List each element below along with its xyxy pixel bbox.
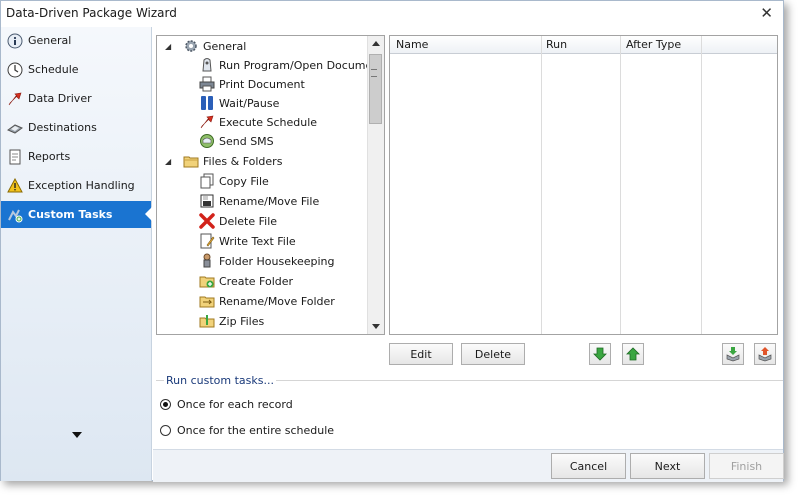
sidebar-item-custom-tasks[interactable]: Custom Tasks (1, 201, 152, 228)
task-tree: ◢ General Run Program/Open Document Prin… (156, 35, 385, 335)
gear-icon (183, 38, 199, 54)
close-icon[interactable]: ✕ (760, 4, 773, 22)
tree-item[interactable]: Zip Files (199, 311, 264, 331)
column-divider (701, 36, 702, 334)
custom-tasks-icon (7, 207, 23, 223)
tree-item[interactable]: Delete File (199, 211, 277, 231)
rename-folder-icon (199, 293, 215, 309)
column-header-run[interactable]: Run (546, 38, 567, 51)
destinations-icon (7, 120, 23, 136)
sidebar-item-label: Exception Handling (28, 179, 135, 192)
create-folder-icon (199, 273, 215, 289)
collapse-icon[interactable]: ◢ (165, 42, 174, 51)
sidebar-item-reports[interactable]: Reports (1, 143, 151, 170)
footer-bar: Cancel Next Finish (153, 449, 784, 482)
sidebar-item-general[interactable]: General (1, 27, 151, 54)
move-up-button[interactable] (622, 343, 644, 365)
edit-button[interactable]: Edit (389, 343, 453, 365)
tree-group-label: Files & Folders (203, 154, 283, 168)
sidebar-item-label: Reports (28, 150, 71, 163)
scroll-up-icon[interactable] (372, 41, 380, 46)
report-icon (7, 149, 23, 165)
column-header-after-type[interactable]: After Type (626, 38, 681, 51)
move-down-button[interactable] (589, 343, 611, 365)
export-icon (758, 347, 772, 362)
sidebar: General Schedule Data Driver Destination… (1, 27, 152, 481)
grip-icon (371, 69, 377, 77)
tree-item[interactable]: Print Document (199, 74, 305, 94)
copy-file-icon (199, 173, 215, 189)
run-options-group: Run custom tasks... Once for each record… (156, 374, 783, 449)
printer-icon (199, 76, 215, 92)
tree-item[interactable]: Copy File (199, 171, 269, 191)
housekeeping-icon (199, 253, 215, 269)
run-program-icon (199, 57, 215, 73)
column-divider (620, 36, 621, 334)
wizard-window: Data-Driven Package Wizard ✕ General Sch… (0, 0, 784, 482)
radio-button[interactable] (160, 425, 171, 436)
sidebar-item-destinations[interactable]: Destinations (1, 114, 151, 141)
tree-item[interactable]: Wait/Pause (199, 93, 279, 113)
tree-item[interactable]: Send SMS (199, 131, 274, 151)
main-panel: ◢ General Run Program/Open Document Prin… (153, 27, 783, 449)
pause-icon (199, 95, 215, 111)
column-header-name[interactable]: Name (396, 38, 428, 51)
arrow-down-icon (593, 347, 607, 361)
rename-file-icon (199, 193, 215, 209)
import-button[interactable] (722, 343, 744, 365)
collapse-icon[interactable]: ◢ (165, 157, 174, 166)
execute-schedule-icon (199, 114, 215, 130)
sidebar-item-label: Custom Tasks (28, 208, 113, 221)
sidebar-item-label: General (28, 34, 72, 47)
delete-button[interactable]: Delete (461, 343, 525, 365)
sidebar-item-label: Destinations (28, 121, 97, 134)
grid-header: Name Run After Type (390, 36, 777, 54)
radio-once-per-record[interactable]: Once for each record (160, 398, 293, 411)
next-button[interactable]: Next (630, 453, 705, 479)
sidebar-item-data-driver[interactable]: Data Driver (1, 85, 151, 112)
scroll-down-icon[interactable] (372, 324, 380, 329)
tree-item[interactable]: Create Folder (199, 271, 293, 291)
column-divider (541, 36, 542, 334)
tree-scrollbar[interactable] (367, 36, 384, 334)
sidebar-item-schedule[interactable]: Schedule (1, 56, 151, 83)
sidebar-item-label: Schedule (28, 63, 79, 76)
tree-item[interactable]: Rename/Move File (199, 191, 319, 211)
title-bar: Data-Driven Package Wizard ✕ (1, 1, 783, 27)
cancel-button[interactable]: Cancel (551, 453, 626, 479)
sidebar-item-label: Data Driver (28, 92, 92, 105)
run-options-title: Run custom tasks... (164, 374, 276, 387)
clock-icon (7, 62, 23, 78)
tree-group-general[interactable]: ◢ General (165, 36, 246, 56)
sidebar-item-exception-handling[interactable]: Exception Handling (1, 172, 151, 199)
import-icon (726, 347, 740, 362)
sms-icon (199, 133, 215, 149)
scroll-thumb[interactable] (369, 54, 382, 124)
window-title: Data-Driven Package Wizard (6, 6, 177, 20)
data-driver-icon (7, 91, 23, 107)
info-icon (7, 33, 23, 49)
zip-icon (199, 313, 215, 329)
tree-group-files-folders[interactable]: ◢ Files & Folders (165, 151, 282, 171)
tree-item[interactable]: Write Text File (199, 231, 296, 251)
folder-icon (183, 153, 199, 169)
tree-item[interactable]: Rename/Move Folder (199, 291, 335, 311)
tree-item[interactable]: Folder Housekeeping (199, 251, 334, 271)
delete-icon (199, 213, 215, 229)
write-text-icon (199, 233, 215, 249)
warning-icon (7, 177, 23, 194)
tasks-grid[interactable]: Name Run After Type (389, 35, 778, 335)
radio-once-per-schedule[interactable]: Once for the entire schedule (160, 424, 334, 437)
tree-group-label: General (203, 39, 247, 53)
chevron-down-icon[interactable] (72, 432, 82, 438)
tree-item[interactable]: Execute Schedule (199, 112, 317, 132)
export-button[interactable] (754, 343, 776, 365)
finish-button[interactable]: Finish (709, 453, 784, 479)
radio-button[interactable] (160, 399, 171, 410)
arrow-up-icon (626, 347, 640, 361)
tree-item[interactable]: Run Program/Open Document (199, 55, 384, 75)
